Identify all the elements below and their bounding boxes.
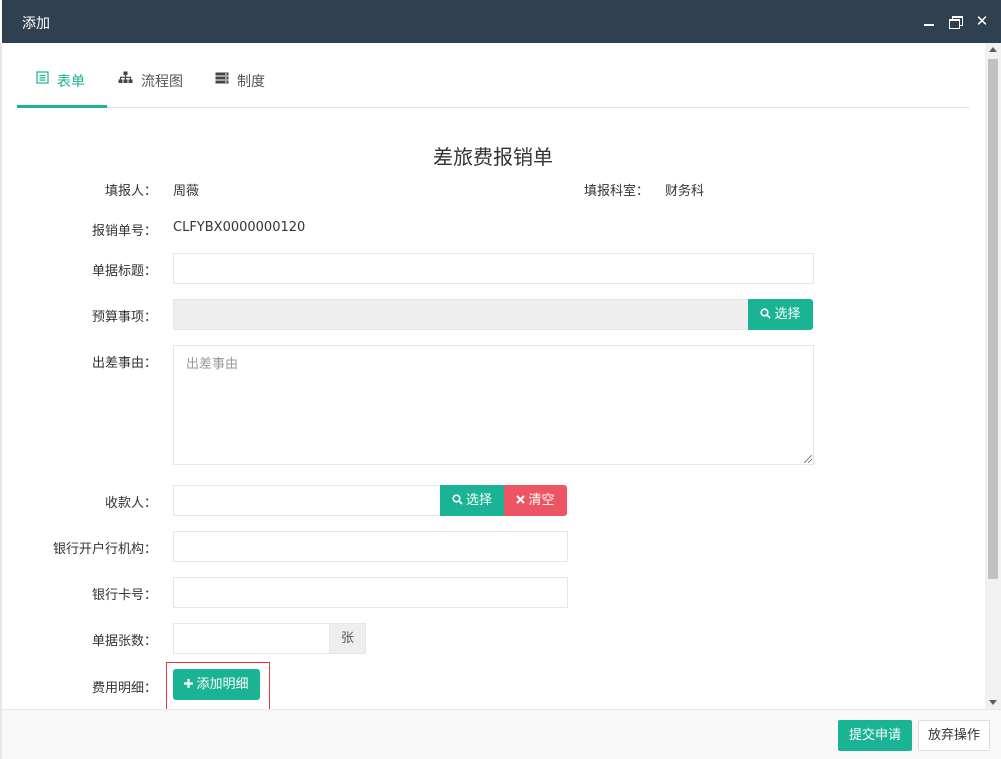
payee-clear-button[interactable]: 清空	[504, 485, 567, 516]
number-label: 报销单号：	[91, 224, 157, 239]
doc-title-label: 单据标题：	[91, 264, 157, 279]
payee-input[interactable]	[173, 485, 441, 516]
form-title: 差旅费报销单	[433, 145, 553, 169]
reason-label: 出差事由：	[91, 356, 157, 371]
bank-input[interactable]	[173, 531, 568, 562]
search-icon	[452, 485, 463, 516]
number-value: CLFYBX0000000120	[173, 220, 306, 235]
filler-value: 周薇	[173, 184, 200, 199]
card-input[interactable]	[173, 577, 568, 608]
tab-rules[interactable]: 制度	[215, 60, 265, 108]
dept-label: 填报科室：	[583, 184, 649, 199]
title-bar: 添加 ✕	[2, 0, 1001, 43]
tab-bar: 表单 流程图 制度	[17, 60, 970, 108]
doc-title-input[interactable]	[173, 253, 814, 284]
vertical-scrollbar[interactable]	[985, 43, 1001, 709]
tab-form[interactable]: 表单	[17, 60, 107, 108]
sitemap-icon	[118, 58, 133, 102]
card-label: 银行卡号：	[91, 588, 157, 603]
tab-form-label: 表单	[57, 74, 85, 90]
tab-flowchart-label: 流程图	[141, 74, 183, 90]
times-icon	[516, 485, 526, 516]
cancel-button[interactable]: 放弃操作	[918, 720, 990, 751]
payee-select-button[interactable]: 选择	[440, 485, 504, 516]
dept-value: 财务科	[665, 184, 705, 199]
scroll-up-icon[interactable]	[989, 47, 997, 52]
server-icon	[215, 58, 229, 102]
minimize-icon[interactable]	[922, 12, 938, 30]
payee-label: 收款人：	[104, 496, 157, 511]
close-icon[interactable]: ✕	[974, 12, 990, 30]
add-detail-button[interactable]: 添加明细	[173, 669, 260, 700]
doc-count-unit: 张	[329, 623, 366, 654]
resize-grip-icon[interactable]	[804, 455, 812, 463]
budget-select-button[interactable]: 选择	[748, 299, 813, 330]
budget-label: 预算事项：	[91, 310, 157, 325]
submit-button[interactable]: 提交申请	[838, 720, 912, 751]
window-title: 添加	[22, 16, 50, 32]
dialog-window: 添加 ✕ 表单 流程图 制度 差旅费报销单 填报人： 周薇 填报科室： 财务科	[0, 0, 1001, 759]
scroll-down-icon[interactable]	[989, 700, 997, 705]
reason-textarea[interactable]: 出差事由	[173, 345, 814, 465]
maximize-icon[interactable]	[948, 12, 964, 30]
doc-count-input[interactable]	[173, 623, 330, 654]
reason-placeholder: 出差事由	[186, 357, 239, 372]
tab-flowchart[interactable]: 流程图	[118, 60, 183, 108]
filler-label: 填报人：	[104, 184, 157, 199]
scroll-thumb[interactable]	[988, 59, 998, 579]
plus-icon	[184, 669, 194, 700]
budget-input	[173, 299, 749, 330]
payee-select-label: 选择	[465, 493, 492, 508]
search-icon	[760, 299, 772, 330]
footer-bar: 提交申请 放弃操作	[2, 709, 1001, 759]
form-icon	[36, 58, 49, 102]
detail-label: 费用明细：	[91, 681, 157, 696]
payee-clear-label: 清空	[528, 493, 555, 508]
budget-select-label: 选择	[774, 307, 801, 322]
bank-label: 银行开户行机构：	[52, 542, 157, 557]
add-detail-label: 添加明细	[196, 677, 249, 692]
tab-rules-label: 制度	[237, 74, 265, 90]
doc-count-label: 单据张数：	[91, 634, 157, 649]
